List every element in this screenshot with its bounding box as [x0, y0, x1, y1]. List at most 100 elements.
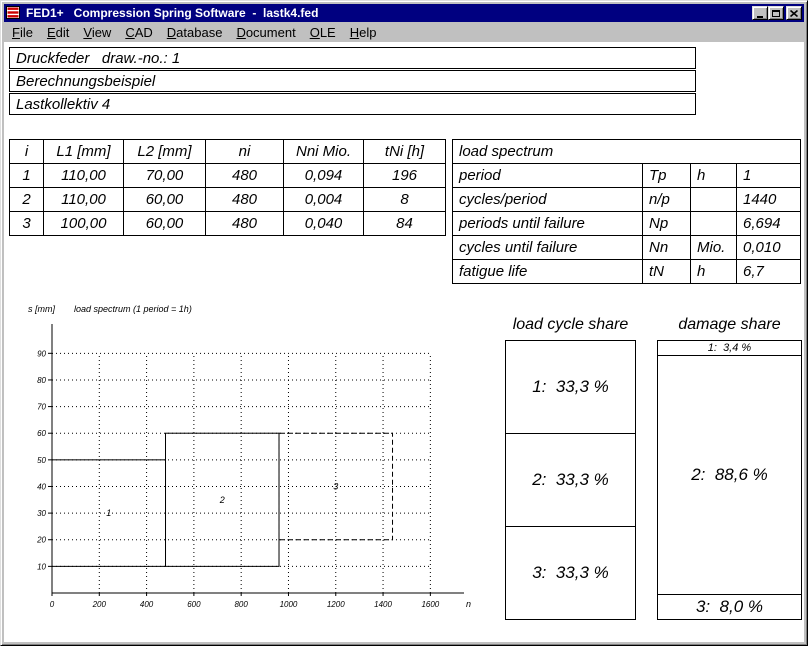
- table-cell: 2: [10, 188, 44, 212]
- table-cell: 0,040: [284, 212, 364, 236]
- spectrum-row-3: periods until failureNp 6,694: [453, 212, 801, 236]
- table-cell: 480: [206, 212, 284, 236]
- maximize-button[interactable]: [768, 6, 784, 20]
- x-tick-label: 200: [92, 600, 107, 609]
- minimize-button[interactable]: [752, 6, 768, 20]
- client-area: Druckfeder draw.-no.: 1 Berechnungsbeisp…: [4, 42, 804, 642]
- menu-item-database[interactable]: Database: [160, 23, 230, 42]
- menu-item-help[interactable]: Help: [343, 23, 384, 42]
- spectrum-row-2: cycles/periodn/p 1440: [453, 188, 801, 212]
- app-window: FED1+ Compression Spring Software - last…: [0, 0, 808, 646]
- table-cell: Np: [643, 212, 691, 236]
- table-cell: 3: [10, 212, 44, 236]
- menu-item-edit[interactable]: Edit: [40, 23, 76, 42]
- load-cycle-share-title: load cycle share: [505, 316, 636, 336]
- y-tick-label: 30: [37, 509, 46, 518]
- table-cell: 196: [364, 164, 446, 188]
- y-tick-label: 80: [37, 376, 46, 385]
- damage-share-section-3: 3: 8,0 %: [658, 595, 801, 619]
- title-bar: FED1+ Compression Spring Software - last…: [4, 4, 804, 22]
- table-cell: 0,094: [284, 164, 364, 188]
- table-cell: cycles/period: [453, 188, 643, 212]
- y-tick-label: 10: [37, 562, 46, 571]
- table-cell: 1: [737, 164, 801, 188]
- table-cell: Nn: [643, 236, 691, 260]
- chart-title: load spectrum (1 period = 1h): [74, 304, 192, 314]
- table-cell: 110,00: [44, 164, 124, 188]
- column-header: tNi [h]: [364, 140, 446, 164]
- column-header: L2 [mm]: [124, 140, 206, 164]
- menu-item-ole[interactable]: OLE: [303, 23, 343, 42]
- y-tick-label: 90: [37, 349, 46, 358]
- damage-share-section-1: 1: 3,4 %: [658, 341, 801, 356]
- menu-item-document[interactable]: Document: [229, 23, 302, 42]
- table-cell: 0,004: [284, 188, 364, 212]
- table-cell: 8: [364, 188, 446, 212]
- column-header: Nni Mio.: [284, 140, 364, 164]
- x-tick-label: 600: [187, 600, 201, 609]
- table-cell: 1: [10, 164, 44, 188]
- table-cell: 6,694: [737, 212, 801, 236]
- x-tick-label: 1000: [280, 600, 298, 609]
- menu-item-view[interactable]: View: [76, 23, 118, 42]
- table-cell: h: [691, 260, 737, 284]
- spectrum-title-row: load spectrum: [453, 140, 801, 164]
- y-tick-label: 40: [37, 482, 46, 491]
- x-tick-label: 0: [50, 600, 55, 609]
- load-block-label-3: 3: [333, 481, 338, 491]
- x-tick-label: 400: [140, 600, 154, 609]
- y-tick-label: 20: [36, 536, 46, 545]
- spectrum-table-title: load spectrum: [453, 140, 801, 164]
- spectrum-row-5: fatigue lifetNh6,7: [453, 260, 801, 284]
- load-cycle-share-section-2: 2: 33,3 %: [506, 434, 635, 527]
- table-cell: n/p: [643, 188, 691, 212]
- table-cell: 480: [206, 164, 284, 188]
- close-button[interactable]: [786, 6, 802, 20]
- load-cases-table: iL1 [mm]L2 [mm]niNni Mio.tNi [h]1110,007…: [9, 139, 446, 236]
- table-cell: h: [691, 164, 737, 188]
- damage-share-section-2: 2: 88,6 %: [658, 356, 801, 595]
- table-cell: 6,7: [737, 260, 801, 284]
- table-cell: 0,010: [737, 236, 801, 260]
- x-tick-label: 1400: [374, 600, 392, 609]
- table-cell: 70,00: [124, 164, 206, 188]
- menu-bar: FileEditViewCADDatabaseDocumentOLEHelp: [4, 22, 804, 42]
- close-icon: [790, 10, 798, 17]
- maximize-icon: [772, 10, 780, 17]
- table-cell: 60,00: [124, 212, 206, 236]
- load-spectrum-chart: 0200400600800100012001400160010203040506…: [22, 298, 474, 628]
- minimize-icon: [757, 16, 763, 18]
- table-cell: Mio.: [691, 236, 737, 260]
- menu-item-cad[interactable]: CAD: [118, 23, 159, 42]
- table-cell: Tp: [643, 164, 691, 188]
- table-cell: 110,00: [44, 188, 124, 212]
- y-tick-label: 60: [37, 429, 46, 438]
- y-tick-label: 50: [37, 456, 46, 465]
- description-box: Berechnungsbeispiel: [9, 70, 696, 92]
- column-header: i: [10, 140, 44, 164]
- window-controls: [752, 6, 802, 20]
- table-cell: period: [453, 164, 643, 188]
- drawing-title-box: Druckfeder draw.-no.: 1: [9, 47, 696, 69]
- table-cell: 84: [364, 212, 446, 236]
- table-cell: 1440: [737, 188, 801, 212]
- table-cell: [691, 212, 737, 236]
- load-case-row-3: 3100,0060,004800,04084: [10, 212, 446, 236]
- spectrum-row-4: cycles until failureNnMio.0,010: [453, 236, 801, 260]
- load-cycle-share-section-3: 3: 33,3 %: [506, 527, 635, 619]
- table-cell: periods until failure: [453, 212, 643, 236]
- damage-share-box: 1: 3,4 %2: 88,6 %3: 8,0 %: [657, 340, 802, 620]
- table-cell: tN: [643, 260, 691, 284]
- menu-item-file[interactable]: File: [5, 23, 40, 42]
- column-header: L1 [mm]: [44, 140, 124, 164]
- table-cell: 100,00: [44, 212, 124, 236]
- load-collective-box: Lastkollektiv 4: [9, 93, 696, 115]
- table-cell: [691, 188, 737, 212]
- x-tick-label: 800: [234, 600, 248, 609]
- y-axis-label: s [mm]: [28, 304, 55, 314]
- load-cycle-share-box: 1: 33,3 %2: 33,3 %3: 33,3 %: [505, 340, 636, 620]
- x-tick-label: 1600: [421, 600, 439, 609]
- load-case-row-2: 2110,0060,004800,0048: [10, 188, 446, 212]
- load-spectrum-table: load spectrumperiodTph1cycles/periodn/p1…: [452, 139, 801, 284]
- load-case-row-1: 1110,0070,004800,094196: [10, 164, 446, 188]
